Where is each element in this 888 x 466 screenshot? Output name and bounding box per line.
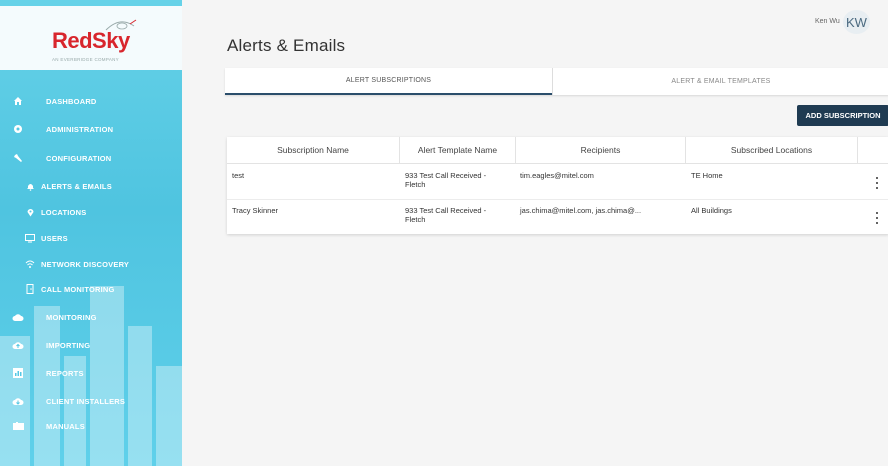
page-title: Alerts & Emails [227,36,346,55]
sidebar-item-label: ADMINISTRATION [46,124,114,134]
column-header-recipients[interactable]: Recipients [516,137,686,164]
sidebar-item-label: MANUALS [46,421,85,431]
sidebar-item-reports[interactable]: REPORTS [0,363,182,383]
sidebar-item-label: LOCATIONS [41,207,87,217]
column-header-alert-template-name[interactable]: Alert Template Name [400,137,516,164]
logo-subtext: AN EVERBRIDGE COMPANY [52,57,119,62]
sidebar-item-call-monitoring[interactable]: CALL MONITORING [0,279,182,299]
cell-recipients: jas.chima@mitel.com, jas.chima@... [520,206,642,215]
cell-template-name-line1: 933 Test Call Received - [405,171,487,180]
sidebar-item-dashboard[interactable]: DASHBOARD [0,91,182,111]
sidebar-item-network-discovery[interactable]: NETWORK DISCOVERY [0,254,182,274]
bell-icon [24,180,36,192]
cloud-download-icon [12,395,24,407]
sidebar-item-label: MONITORING [46,312,97,322]
user-name[interactable]: Ken Wu [815,18,840,25]
row-divider [227,199,888,200]
sidebar-item-manuals[interactable]: MANUALS [0,416,182,436]
cell-subscribed-locations: All Buildings [691,206,732,215]
column-header-subscription-name[interactable]: Subscription Name [227,137,400,164]
cell-subscribed-locations: TE Home [691,171,723,180]
cell-recipients: tim.eagles@mitel.com [520,171,594,180]
chart-icon [12,367,24,379]
logo-area: RedSky AN EVERBRIDGE COMPANY [0,6,182,70]
sidebar-item-alerts-emails[interactable]: ALERTS & EMAILS [0,176,182,196]
cell-subscription-name: test [232,171,245,180]
row-menu-icon[interactable] [874,212,880,224]
cell-template-name-line2: Fletch [405,215,426,224]
sidebar-item-label: ALERTS & EMAILS [41,181,112,191]
main-content: Alerts & Emails Ken Wu KW ALERT SUBSCRIP… [182,0,888,466]
sidebar-item-label: DASHBOARD [46,96,97,106]
sidebar-item-label: CLIENT INSTALLERS [46,396,126,406]
column-header-subscribed-locations[interactable]: Subscribed Locations [686,137,858,164]
tab-alert-email-templates[interactable]: ALERT & EMAIL TEMPLATES [553,68,888,95]
wrench-icon [12,152,24,164]
sidebar-item-importing[interactable]: IMPORTING [0,335,182,355]
avatar[interactable]: KW [843,10,870,34]
tab-alert-subscriptions[interactable]: ALERT SUBSCRIPTIONS [225,68,552,95]
monitor-icon [24,232,36,244]
cell-subscription-name: Tracy Skinner [232,206,278,215]
sidebar-item-monitoring[interactable]: MONITORING [0,307,182,327]
subscriptions-table: Subscription Name Alert Template Name Re… [227,137,888,234]
sidebar-item-locations[interactable]: LOCATIONS [0,202,182,222]
sidebar-item-label: CONFIGURATION [46,153,112,163]
cloud-upload-icon [12,339,24,351]
sidebar-item-label: CALL MONITORING [41,284,115,294]
sidebar-item-label: IMPORTING [46,340,91,350]
logo-text: RedSky [52,28,130,53]
home-icon [12,95,24,107]
sidebar: RedSky AN EVERBRIDGE COMPANY DASHBOARD A… [0,0,182,466]
tab-bar: ALERT SUBSCRIPTIONS ALERT & EMAIL TEMPLA… [225,68,888,95]
add-subscription-button[interactable]: ADD SUBSCRIPTION [797,105,888,126]
sidebar-item-label: REPORTS [46,368,84,378]
sidebar-item-users[interactable]: USERS [0,228,182,248]
cell-template-name-line1: 933 Test Call Received - [405,206,487,215]
door-icon [24,283,36,295]
sidebar-item-label: USERS [41,233,68,243]
sidebar-item-client-installers[interactable]: CLIENT INSTALLERS [0,391,182,411]
column-header-actions [858,137,888,164]
wifi-icon [24,258,36,270]
map-pin-icon [24,206,36,218]
cloud-icon [12,311,24,323]
sidebar-item-administration[interactable]: ADMINISTRATION [0,119,182,139]
book-icon [12,420,24,432]
row-menu-icon[interactable] [874,177,880,189]
sidebar-item-label: NETWORK DISCOVERY [41,259,130,269]
cell-template-name-line2: Fletch [405,180,426,189]
sidebar-item-configuration[interactable]: CONFIGURATION [0,148,182,168]
gear-icon [12,123,24,135]
